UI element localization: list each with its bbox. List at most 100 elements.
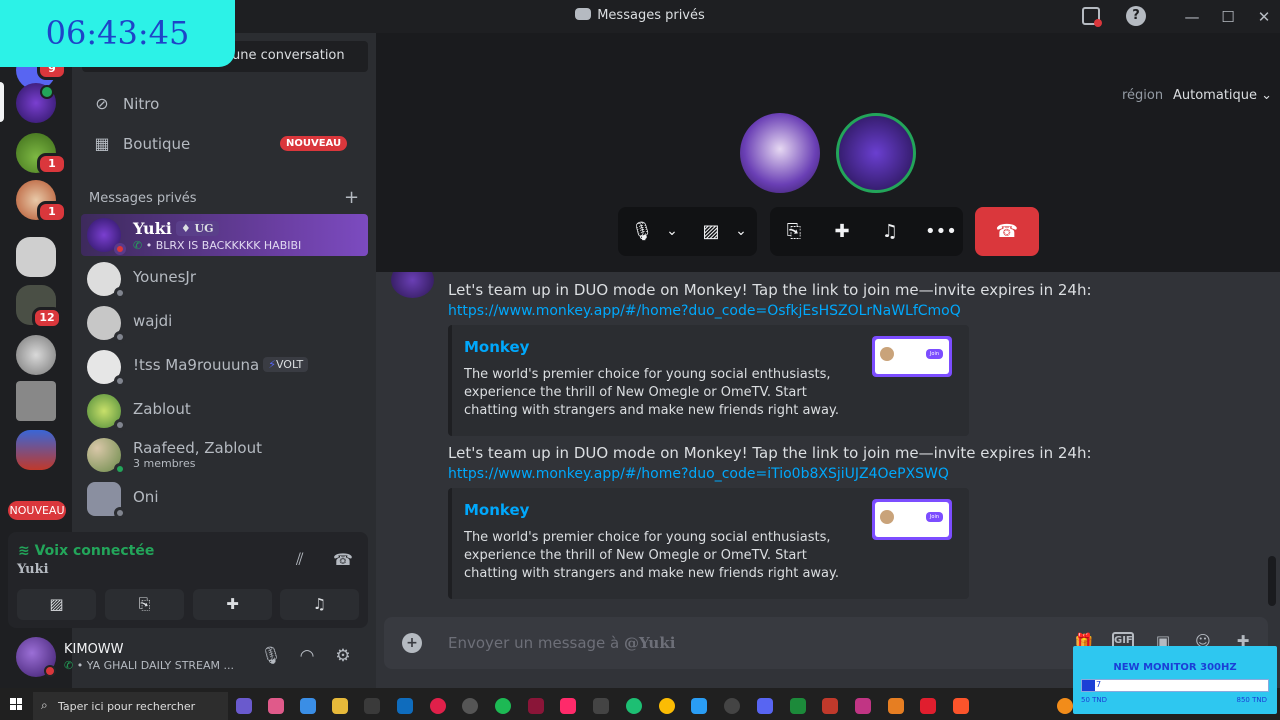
status-indicator	[114, 507, 126, 519]
voice-channel[interactable]: Yuki	[17, 562, 49, 577]
windows-start-icon[interactable]	[10, 698, 22, 710]
opera-icon[interactable]	[430, 698, 446, 714]
dm-item-yuki[interactable]: Yuki ♦ UG ✆ • BLRX IS BACKKKKK HABIBI	[81, 214, 368, 256]
scrollbar[interactable]	[1268, 556, 1276, 606]
minimize-button[interactable]: —	[1178, 6, 1206, 28]
headphones-icon[interactable]: ◠	[295, 646, 319, 670]
dm-item-oni[interactable]: Oni	[81, 478, 368, 520]
new-badge: NOUVEAU	[280, 136, 348, 151]
app-icon[interactable]	[920, 698, 936, 714]
chevron-down-icon[interactable]: ⌄	[731, 207, 751, 256]
obs-icon[interactable]	[724, 698, 740, 714]
nitro-icon: ⊘	[95, 94, 109, 113]
microphone-icon[interactable]: 🎙	[259, 646, 283, 670]
call-participant-avatar[interactable]	[740, 113, 820, 193]
monitor-goal-widget: NEW MONITOR 300HZ 7 50 TND 850 TND	[1073, 646, 1277, 714]
brave-icon[interactable]	[953, 698, 969, 714]
vscode-icon[interactable]	[691, 698, 707, 714]
camera-off-button[interactable]: ▨	[17, 589, 96, 620]
status-indicator	[114, 375, 126, 387]
discord-icon[interactable]	[757, 698, 773, 714]
server-icon[interactable]	[16, 237, 56, 277]
message-link[interactable]: https://www.monkey.app/#/home?duo_code=O…	[448, 303, 961, 319]
embed-title[interactable]: Monkey	[464, 338, 529, 356]
tiktok-icon[interactable]	[560, 698, 576, 714]
status-text: BLRX IS BACKKKKK HABIBI	[155, 239, 302, 252]
file-explorer-icon[interactable]	[332, 698, 348, 714]
chevron-down-icon[interactable]: ⌄	[662, 207, 682, 256]
close-button[interactable]: ✕	[1250, 6, 1278, 28]
clan-tag: ⚡VOLT	[263, 357, 309, 372]
app-icon[interactable]	[790, 698, 806, 714]
goal-progress-fill	[1082, 680, 1096, 691]
tray-icon[interactable]	[1057, 698, 1073, 714]
inbox-icon[interactable]	[1082, 7, 1102, 27]
unread-badge: 1	[37, 201, 67, 223]
message-text: Let's team up in DUO mode on Monkey! Tap…	[448, 281, 1092, 299]
soundboard-icon[interactable]: ♫	[877, 207, 903, 256]
selected-pill	[0, 82, 4, 122]
status-indicator	[114, 243, 126, 255]
new-servers-badge[interactable]: NOUVEAU	[8, 501, 66, 520]
nitro-nav-item[interactable]: ⊘ Nitro	[81, 84, 368, 124]
clock-overlay: 06:43:45	[0, 0, 235, 67]
instagram-icon[interactable]	[855, 698, 871, 714]
discord-icon	[575, 8, 592, 20]
app-icon[interactable]	[528, 698, 544, 714]
embed-description: The world's premier choice for young soc…	[464, 530, 839, 581]
dm-item-tss[interactable]: !tss Ma9rouuuna ⚡VOLT	[81, 346, 368, 388]
app-icon[interactable]	[626, 698, 642, 714]
link-embed: Monkey The world's premier choice for yo…	[448, 325, 969, 436]
dm-item-wajdi[interactable]: wajdi	[81, 302, 368, 344]
server-icon[interactable]	[16, 381, 56, 421]
hang-up-button[interactable]: ☎	[975, 207, 1039, 256]
create-dm-button[interactable]: +	[344, 187, 359, 208]
help-icon[interactable]: ?	[1126, 6, 1146, 26]
dm-name: wajdi	[133, 312, 173, 330]
screen-share-button[interactable]: ⎘	[105, 589, 184, 620]
attach-plus-icon[interactable]: +	[402, 633, 422, 653]
app-icon[interactable]	[364, 698, 380, 714]
activity-icon[interactable]: ✚	[829, 207, 855, 256]
soundboard-button[interactable]: ♫	[280, 589, 359, 620]
call-participant-avatar-speaking[interactable]	[836, 113, 916, 193]
outlook-icon[interactable]	[397, 698, 413, 714]
unread-badge: 12	[32, 307, 62, 329]
message-input-placeholder[interactable]: Envoyer un message à @Yuki	[448, 634, 675, 652]
embed-title[interactable]: Monkey	[464, 501, 529, 519]
app-icon[interactable]	[888, 698, 904, 714]
username: KIMOWW	[64, 642, 124, 657]
capcut-icon[interactable]	[593, 698, 609, 714]
settings-gear-icon[interactable]: ⚙	[331, 646, 355, 670]
app-icon[interactable]	[822, 698, 838, 714]
screen-share-icon[interactable]: ⎘	[781, 207, 807, 256]
dm-name: Zablout	[133, 400, 191, 418]
server-icon[interactable]	[16, 430, 56, 470]
embed-thumbnail[interactable]	[872, 336, 952, 377]
dm-item-younesjr[interactable]: YounesJr	[81, 258, 368, 300]
dm-item-group[interactable]: Raafeed, Zablout 3 membres	[81, 434, 368, 478]
spotify-icon[interactable]	[495, 698, 511, 714]
maximize-button[interactable]: ☐	[1214, 6, 1242, 28]
message-link[interactable]: https://www.monkey.app/#/home?duo_code=i…	[448, 466, 949, 482]
disconnect-icon[interactable]: ☎	[333, 550, 353, 569]
dm-name: Oni	[133, 488, 159, 506]
app-icon[interactable]	[268, 698, 284, 714]
region-select[interactable]: Automatique ⌄	[1173, 88, 1272, 103]
server-icon[interactable]	[16, 335, 56, 375]
chrome-icon[interactable]	[659, 698, 675, 714]
app-icon[interactable]	[462, 698, 478, 714]
microphone-icon[interactable]: 🎙	[630, 207, 654, 256]
embed-thumbnail[interactable]	[872, 499, 952, 540]
dm-item-zablout[interactable]: Zablout	[81, 390, 368, 432]
app-icon[interactable]	[236, 698, 252, 714]
noise-suppression-icon[interactable]: ⫽	[296, 550, 304, 570]
voice-status: ≋ Voix connectée	[18, 543, 155, 559]
more-options-icon[interactable]: •••	[925, 207, 957, 256]
region-label: région	[1122, 88, 1164, 103]
activity-button[interactable]: ✚	[193, 589, 272, 620]
camera-off-icon[interactable]: ▨	[698, 207, 724, 256]
taskbar-search[interactable]: ⌕ Taper ici pour rechercher	[33, 692, 228, 720]
status-indicator	[114, 287, 126, 299]
app-icon[interactable]	[300, 698, 316, 714]
